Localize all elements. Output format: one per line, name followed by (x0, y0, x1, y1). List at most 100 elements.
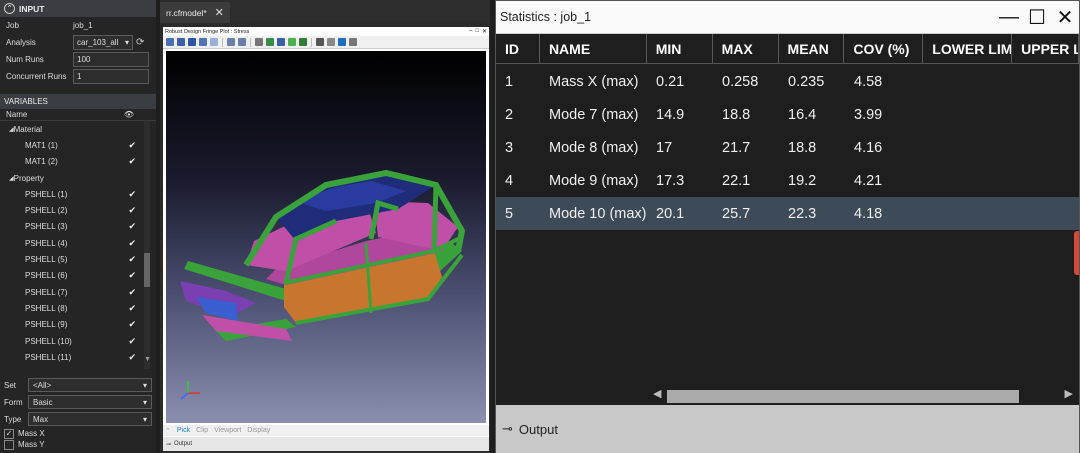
horizontal-scrollbar[interactable]: ◀ ▶ (653, 387, 1079, 404)
tree-item[interactable]: PSHELL (1) ✔ (0, 186, 156, 202)
tree-item[interactable]: PSHELL (4) ✔ (0, 235, 156, 251)
checkmark-icon[interactable]: ✔ (128, 287, 136, 298)
checkmark-icon[interactable]: ✔ (128, 221, 136, 232)
footer-tab-pick[interactable]: Pick (177, 427, 190, 434)
tree-item[interactable]: MAT1 (2) ✔ (0, 154, 156, 170)
checkmark-icon[interactable]: ✔ (128, 205, 136, 216)
table-row[interactable]: 1 Mass X (max) 0.21 0.258 0.235 4.58 (496, 65, 1079, 98)
tree-item[interactable]: PSHELL (11) ✔ (0, 349, 156, 365)
column-header[interactable]: MIN (647, 34, 713, 64)
hand-icon[interactable] (349, 38, 357, 46)
close-icon[interactable]: ✕ (482, 28, 487, 35)
check-mass-y[interactable]: Mass Y (0, 439, 156, 450)
mesh-icon[interactable] (277, 38, 285, 46)
3d-viewport[interactable] (166, 51, 486, 423)
input-section-header[interactable]: ⌃ INPUT (0, 0, 156, 17)
redo-icon[interactable] (238, 38, 246, 46)
name-column-header[interactable]: Name (6, 110, 27, 119)
grid-icon[interactable] (255, 38, 263, 46)
table-cell: 20.1 (656, 205, 685, 222)
scroll-down-icon[interactable]: ▼ (144, 356, 151, 363)
scroll-left-icon[interactable]: ◀ (653, 387, 661, 400)
concurrent-runs-input[interactable]: 1 (73, 69, 149, 84)
column-header[interactable]: MEAN (779, 34, 845, 64)
type-select[interactable]: Max ▾ (28, 412, 152, 426)
footer-tab-display[interactable]: Display (247, 427, 270, 434)
refresh-icon[interactable]: ⟳ (136, 37, 148, 49)
pan-icon[interactable] (210, 38, 218, 46)
checkbox-mass-x[interactable]: ✓ (4, 428, 14, 439)
rotate-icon[interactable] (199, 38, 207, 46)
tab-model[interactable]: rr.cfmodel* ✕ (160, 2, 230, 23)
viewer-output-bar[interactable]: ⊸ Output (163, 437, 489, 451)
zoom-icon[interactable] (188, 38, 196, 46)
axis-icon[interactable] (266, 38, 274, 46)
fringe-icon[interactable] (288, 38, 296, 46)
tree-scroll-thumb[interactable] (144, 253, 150, 287)
footer-tab-clip[interactable]: Clip (196, 427, 208, 434)
undo-icon[interactable] (227, 38, 235, 46)
tree-item[interactable]: PSHELL (9) ✔ (0, 317, 156, 333)
probe-icon[interactable] (316, 38, 324, 46)
checkmark-icon[interactable]: ✔ (128, 303, 136, 314)
tree-item[interactable]: MAT1 (1) ✔ (0, 137, 156, 153)
form-label: Form (4, 397, 23, 407)
checkmark-icon[interactable]: ✔ (128, 254, 136, 265)
variables-section-header[interactable]: VARIABLES (0, 94, 156, 109)
tree-item[interactable]: PSHELL (10) ✔ (0, 333, 156, 349)
tree-item[interactable]: PSHELL (3) ✔ (0, 219, 156, 235)
table-row[interactable]: 2 Mode 7 (max) 14.9 18.8 16.4 3.99 (496, 98, 1079, 131)
column-header[interactable]: MAX (713, 34, 779, 64)
column-header[interactable]: ID (496, 34, 540, 64)
tree-item[interactable]: PSHELL (7) ✔ (0, 284, 156, 300)
checkmark-icon[interactable]: ✔ (128, 270, 136, 281)
statistics-output-bar[interactable]: ⊸ Output (496, 405, 1079, 453)
table-row[interactable]: 5 Mode 10 (max) 20.1 25.7 22.3 4.18 (496, 197, 1079, 230)
plot-toolbar (163, 36, 489, 49)
minimize-icon[interactable]: – (469, 28, 472, 35)
checkmark-icon[interactable]: ✔ (128, 189, 136, 200)
fit-view-icon[interactable] (177, 38, 185, 46)
checkbox-mass-y[interactable] (4, 439, 14, 450)
tree-item[interactable]: PSHELL (5) ✔ (0, 251, 156, 267)
column-header[interactable]: NAME (540, 34, 647, 64)
tree-item[interactable]: PSHELL (6) ✔ (0, 268, 156, 284)
checkmark-icon[interactable]: ✔ (128, 352, 136, 363)
shade-icon[interactable] (299, 38, 307, 46)
tree-scrollbar[interactable] (144, 121, 150, 369)
checkmark-icon[interactable]: ✔ (128, 336, 136, 347)
eye-icon[interactable]: 👁 (124, 110, 134, 119)
horizontal-scroll-thumb[interactable] (667, 390, 1019, 403)
column-header[interactable]: UPPER LIMIT (1012, 34, 1080, 64)
tree-item[interactable]: PSHELL (8) ✔ (0, 300, 156, 316)
footer-tab-viewport[interactable]: Viewport (214, 427, 241, 434)
table-row[interactable]: 4 Mode 9 (max) 17.3 22.1 19.2 4.21 (496, 164, 1079, 197)
checkmark-icon[interactable]: ✔ (128, 319, 136, 330)
tree-group-material[interactable]: ◢ Material (0, 121, 156, 137)
close-icon[interactable]: ✕ (1051, 1, 1079, 34)
camera-icon[interactable] (338, 38, 346, 46)
checkmark-icon[interactable]: ✔ (128, 140, 136, 151)
close-icon[interactable]: ✕ (215, 6, 224, 19)
maximize-icon[interactable]: ☐ (1023, 1, 1051, 34)
form-select[interactable]: Basic ▾ (28, 395, 152, 409)
select-tool-icon[interactable] (166, 38, 174, 46)
tree-group-property[interactable]: ◢ Property (0, 170, 156, 186)
set-select[interactable]: <All> ▾ (28, 378, 152, 392)
collapse-icon[interactable]: ⌃ (165, 427, 171, 435)
column-header[interactable]: COV (%) (844, 34, 924, 64)
tree-item[interactable]: PSHELL (2) ✔ (0, 202, 156, 218)
minimize-icon[interactable]: — (995, 1, 1023, 34)
analysis-select[interactable]: car_103_all ▾ (73, 35, 133, 50)
table-row[interactable]: 3 Mode 8 (max) 17 21.7 18.8 4.16 (496, 131, 1079, 164)
edge-handle[interactable] (1074, 231, 1079, 275)
column-header[interactable]: LOWER LIMIT (923, 34, 1013, 64)
num-runs-input[interactable]: 100 (73, 52, 149, 67)
checkmark-icon[interactable]: ✔ (128, 238, 136, 249)
collapse-icon[interactable]: ⌃ (4, 3, 15, 14)
checkmark-icon[interactable]: ✔ (128, 156, 136, 167)
scroll-right-icon[interactable]: ▶ (1065, 387, 1073, 400)
measure-icon[interactable] (327, 38, 335, 46)
check-mass-x[interactable]: ✓ Mass X (0, 428, 156, 439)
maximize-icon[interactable]: □ (475, 28, 479, 35)
